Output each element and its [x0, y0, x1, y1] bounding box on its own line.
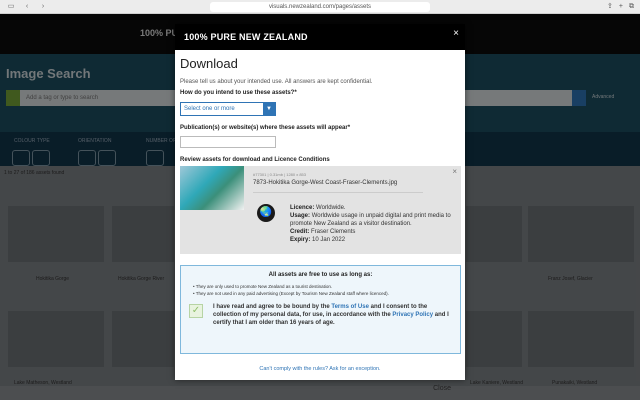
credit-value: Fraser Clements — [311, 229, 356, 235]
asset-thumbnail — [180, 166, 244, 210]
intended-use-value: Select one or more — [184, 106, 235, 112]
licence-value: Worldwide. — [316, 205, 346, 211]
intended-use-select[interactable]: Select one or more ▼ — [180, 102, 276, 116]
asset-filename: 7873-Hokitika Gorge-West Coast-Fraser-Cl… — [253, 180, 398, 186]
globe-icon: 🌏 — [257, 204, 275, 222]
browser-toolbar: ▭ ‹ › visuals.newzealand.com/pages/asset… — [0, 0, 640, 14]
close-button[interactable]: Close — [433, 385, 451, 392]
modal-title: Download — [180, 56, 238, 71]
expiry-value: 10 Jan 2022 — [312, 237, 346, 243]
privacy-policy-link[interactable]: Privacy Policy — [392, 312, 433, 318]
tabs-icon[interactable]: ⧉ — [629, 2, 634, 12]
close-icon[interactable]: × — [453, 29, 459, 39]
usage-label: Usage: — [290, 213, 311, 219]
modal-intro: Please tell us about your intended use. … — [180, 79, 373, 85]
remove-asset-icon[interactable]: × — [452, 167, 457, 176]
asset-meta: #77301 | 0.31mb | 1280 x 853 — [253, 172, 307, 177]
modal-header: 100% PURE NEW ZEALAND × — [175, 24, 465, 50]
agree-checkbox[interactable]: ✓ — [189, 304, 203, 318]
licence-details: Licence: Worldwide. Usage: Worldwide usa… — [290, 204, 460, 244]
review-heading: Review assets for download and Licence C… — [180, 157, 330, 163]
agree-text: I have read and agree to be bound by the… — [213, 304, 449, 326]
sidebar-toggle-icon[interactable]: ▭ — [6, 3, 16, 11]
chevron-down-icon[interactable]: ▼ — [263, 103, 275, 115]
terms-of-use-link[interactable]: Terms of Use — [331, 304, 369, 310]
asset-card: #77301 | 0.31mb | 1280 x 853 7873-Hokiti… — [180, 166, 461, 254]
asset-divider — [253, 192, 423, 193]
publications-input[interactable] — [180, 136, 276, 148]
usage-rules-panel: All assets are free to use as long as: •… — [180, 265, 461, 354]
publications-label: Publication(s) or website(s) where these… — [180, 125, 351, 131]
address-bar[interactable]: visuals.newzealand.com/pages/assets — [210, 2, 430, 12]
usage-value: Worldwide usage in unpaid digital and pr… — [290, 213, 451, 227]
download-modal: 100% PURE NEW ZEALAND × Download Please … — [175, 24, 465, 392]
intended-use-label: How do you intend to use these assets?* — [180, 90, 297, 96]
rule-item: • They are only used to promote New Zeal… — [193, 284, 333, 289]
modal-brand-logo: 100% PURE NEW ZEALAND — [184, 32, 308, 42]
expiry-label: Expiry: — [290, 237, 311, 243]
share-icon[interactable]: ⇪ — [607, 2, 613, 12]
licence-label: Licence: — [290, 205, 315, 211]
back-icon[interactable]: ‹ — [22, 3, 32, 11]
rule-item: • They are not used in any paid advertis… — [193, 291, 389, 296]
new-tab-icon[interactable]: + — [619, 2, 623, 12]
forward-icon[interactable]: › — [38, 3, 48, 11]
exception-link[interactable]: Can't comply with the rules? Ask for an … — [175, 366, 465, 372]
credit-label: Credit: — [290, 229, 310, 235]
rules-title: All assets are free to use as long as: — [268, 272, 373, 278]
